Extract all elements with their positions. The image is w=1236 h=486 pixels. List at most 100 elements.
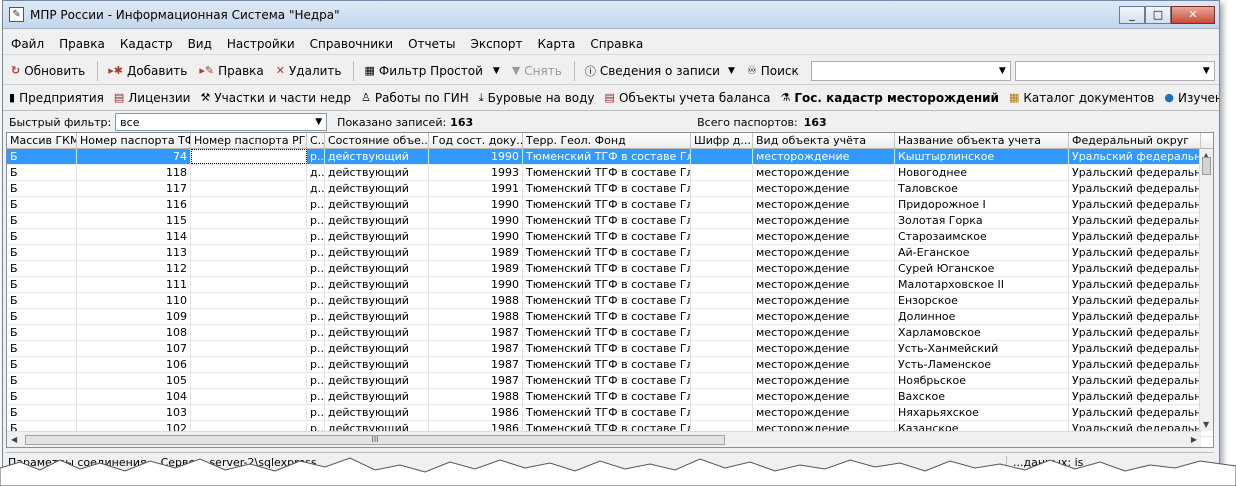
table-cell-federal-district[interactable]: Уральский федеральный	[1069, 213, 1201, 228]
table-cell-federal-district[interactable]: Уральский федеральный	[1069, 325, 1201, 340]
table-row[interactable]: Б 104 р.. действующий 1988 Тюменский ТГФ в со…	[7, 389, 1213, 405]
menu-map[interactable]: Карта	[537, 37, 575, 51]
table-row[interactable]: Б 115 р.. действующий 1990 Тюменский ТГФ в со…	[7, 213, 1213, 229]
table-cell-federal-district[interactable]: Уральский федеральный	[1069, 277, 1201, 292]
table-cell-passport-tfi[interactable]: 115	[77, 213, 191, 228]
table-cell-s[interactable]: р..	[307, 277, 325, 292]
table-cell-object-name[interactable]: Ензорское	[895, 293, 1069, 308]
column-header-s[interactable]: С..	[307, 133, 325, 148]
table-cell-object-type[interactable]: месторождение	[753, 165, 895, 180]
tab-enterprises[interactable]: ▮ Предприятия	[9, 91, 104, 105]
table-cell-federal-district[interactable]: Уральский федеральный	[1069, 405, 1201, 420]
menu-reports[interactable]: Отчеты	[408, 37, 455, 51]
table-row[interactable]: Б 107 р.. действующий 1987 Тюменский ТГФ в со…	[7, 341, 1213, 357]
table-cell-object-type[interactable]: месторождение	[753, 197, 895, 212]
table-cell-passport-rgf[interactable]	[191, 389, 307, 404]
quick-filter-select[interactable]: все ▼	[115, 113, 328, 131]
table-cell-state[interactable]: действующий	[325, 229, 429, 244]
vertical-scrollbar[interactable]: ▲ ▼	[1199, 149, 1213, 431]
table-cell-geo-fund[interactable]: Тюменский ТГФ в составе Гл...	[523, 213, 691, 228]
table-cell-year[interactable]: 1987	[429, 341, 523, 356]
table-cell-object-name[interactable]: Новогоднее	[895, 165, 1069, 180]
table-cell-passport-rgf[interactable]	[191, 293, 307, 308]
table-cell-passport-tfi[interactable]: 104	[77, 389, 191, 404]
scroll-down-icon[interactable]: ▼	[1203, 420, 1209, 429]
table-cell-s[interactable]: р..	[307, 261, 325, 276]
table-cell-object-name[interactable]: Малотарховское II	[895, 277, 1069, 292]
tab-exploration[interactable]: ● Изученность	[1164, 91, 1219, 105]
table-cell-year[interactable]: 1990	[429, 213, 523, 228]
table-cell-state[interactable]: действующий	[325, 245, 429, 260]
column-header-massiv[interactable]: Массив ГКМ	[7, 133, 77, 148]
table-cell-state[interactable]: действующий	[325, 341, 429, 356]
table-cell-code[interactable]	[691, 197, 753, 212]
table-cell-object-name[interactable]: Сурей Юганское	[895, 261, 1069, 276]
table-cell-object-name[interactable]: Придорожное I	[895, 197, 1069, 212]
table-cell-passport-rgf[interactable]	[191, 165, 307, 180]
menu-references[interactable]: Справочники	[310, 37, 393, 51]
table-cell-massiv[interactable]: Б	[7, 293, 77, 308]
table-cell-s[interactable]: д..	[307, 181, 325, 196]
table-cell-geo-fund[interactable]: Тюменский ТГФ в составе Гл...	[523, 245, 691, 260]
table-cell-state[interactable]: действующий	[325, 389, 429, 404]
table-cell-passport-tfi[interactable]: 109	[77, 309, 191, 324]
table-cell-state[interactable]: действующий	[325, 149, 429, 164]
table-cell-object-type[interactable]: месторождение	[753, 357, 895, 372]
table-cell-object-name[interactable]: Долинное	[895, 309, 1069, 324]
table-cell-object-type[interactable]: месторождение	[753, 341, 895, 356]
column-header-geo-fund[interactable]: Терр. Геол. Фонд	[523, 133, 691, 148]
table-row[interactable]: Б 116 р.. действующий 1990 Тюменский ТГФ в со…	[7, 197, 1213, 213]
table-cell-year[interactable]: 1990	[429, 229, 523, 244]
table-cell-federal-district[interactable]: Уральский федеральный	[1069, 261, 1201, 276]
table-cell-federal-district[interactable]: Уральский федеральный	[1069, 245, 1201, 260]
table-cell-passport-rgf[interactable]	[191, 341, 307, 356]
table-cell-object-name[interactable]: Усть-Ханмейский	[895, 341, 1069, 356]
table-cell-passport-tfi[interactable]: 117	[77, 181, 191, 196]
table-cell-passport-rgf[interactable]	[191, 325, 307, 340]
table-cell-object-name[interactable]: Няхарьяхское	[895, 405, 1069, 420]
tab-documents-catalog[interactable]: ▦ Каталог документов	[1009, 91, 1154, 105]
table-cell-state[interactable]: действующий	[325, 293, 429, 308]
table-cell-year[interactable]: 1987	[429, 357, 523, 372]
table-cell-s[interactable]: р..	[307, 405, 325, 420]
table-cell-year[interactable]: 1989	[429, 245, 523, 260]
table-cell-federal-district[interactable]: Уральский федеральный	[1069, 357, 1201, 372]
table-cell-federal-district[interactable]: Уральский федеральный	[1069, 389, 1201, 404]
table-cell-object-name[interactable]: Ноябрьское	[895, 373, 1069, 388]
column-header-object-name[interactable]: Название объекта учета	[895, 133, 1069, 148]
table-cell-passport-tfi[interactable]: 107	[77, 341, 191, 356]
table-cell-object-name[interactable]: Усть-Ламенское	[895, 357, 1069, 372]
vertical-scroll-thumb[interactable]	[1202, 157, 1211, 175]
table-cell-code[interactable]	[691, 405, 753, 420]
table-cell-year[interactable]: 1989	[429, 261, 523, 276]
table-cell-object-name[interactable]: Ай-Еганское	[895, 245, 1069, 260]
table-cell-passport-rgf[interactable]	[191, 197, 307, 212]
table-cell-massiv[interactable]: Б	[7, 261, 77, 276]
scroll-left-icon[interactable]: ◀	[11, 435, 17, 444]
table-cell-code[interactable]	[691, 293, 753, 308]
table-cell-year[interactable]: 1988	[429, 389, 523, 404]
table-cell-state[interactable]: действующий	[325, 309, 429, 324]
table-cell-passport-rgf[interactable]	[191, 181, 307, 196]
table-cell-geo-fund[interactable]: Тюменский ТГФ в составе Гл...	[523, 357, 691, 372]
table-cell-s[interactable]: р..	[307, 245, 325, 260]
table-cell-object-type[interactable]: месторождение	[753, 325, 895, 340]
table-cell-code[interactable]	[691, 309, 753, 324]
table-cell-massiv[interactable]: Б	[7, 341, 77, 356]
table-cell-year[interactable]: 1990	[429, 277, 523, 292]
column-header-code[interactable]: Шифр д...	[691, 133, 753, 148]
table-cell-federal-district[interactable]: Уральский федеральный	[1069, 165, 1201, 180]
table-cell-geo-fund[interactable]: Тюменский ТГФ в составе Гл...	[523, 277, 691, 292]
table-cell-geo-fund[interactable]: Тюменский ТГФ в составе Гл...	[523, 181, 691, 196]
table-cell-federal-district[interactable]: Уральский федеральный	[1069, 309, 1201, 324]
table-cell-s[interactable]: д..	[307, 165, 325, 180]
add-button[interactable]: ▸✱ Добавить	[108, 64, 187, 78]
table-row[interactable]: Б 117 д.. действующий 1991 Тюменский ТГФ в со…	[7, 181, 1213, 197]
table-cell-state[interactable]: действующий	[325, 261, 429, 276]
table-cell-federal-district[interactable]: Уральский федеральный	[1069, 181, 1201, 196]
table-cell-object-type[interactable]: месторождение	[753, 389, 895, 404]
table-cell-s[interactable]: р..	[307, 293, 325, 308]
table-cell-s[interactable]: р..	[307, 357, 325, 372]
table-cell-massiv[interactable]: Б	[7, 309, 77, 324]
table-cell-passport-rgf[interactable]	[191, 229, 307, 244]
